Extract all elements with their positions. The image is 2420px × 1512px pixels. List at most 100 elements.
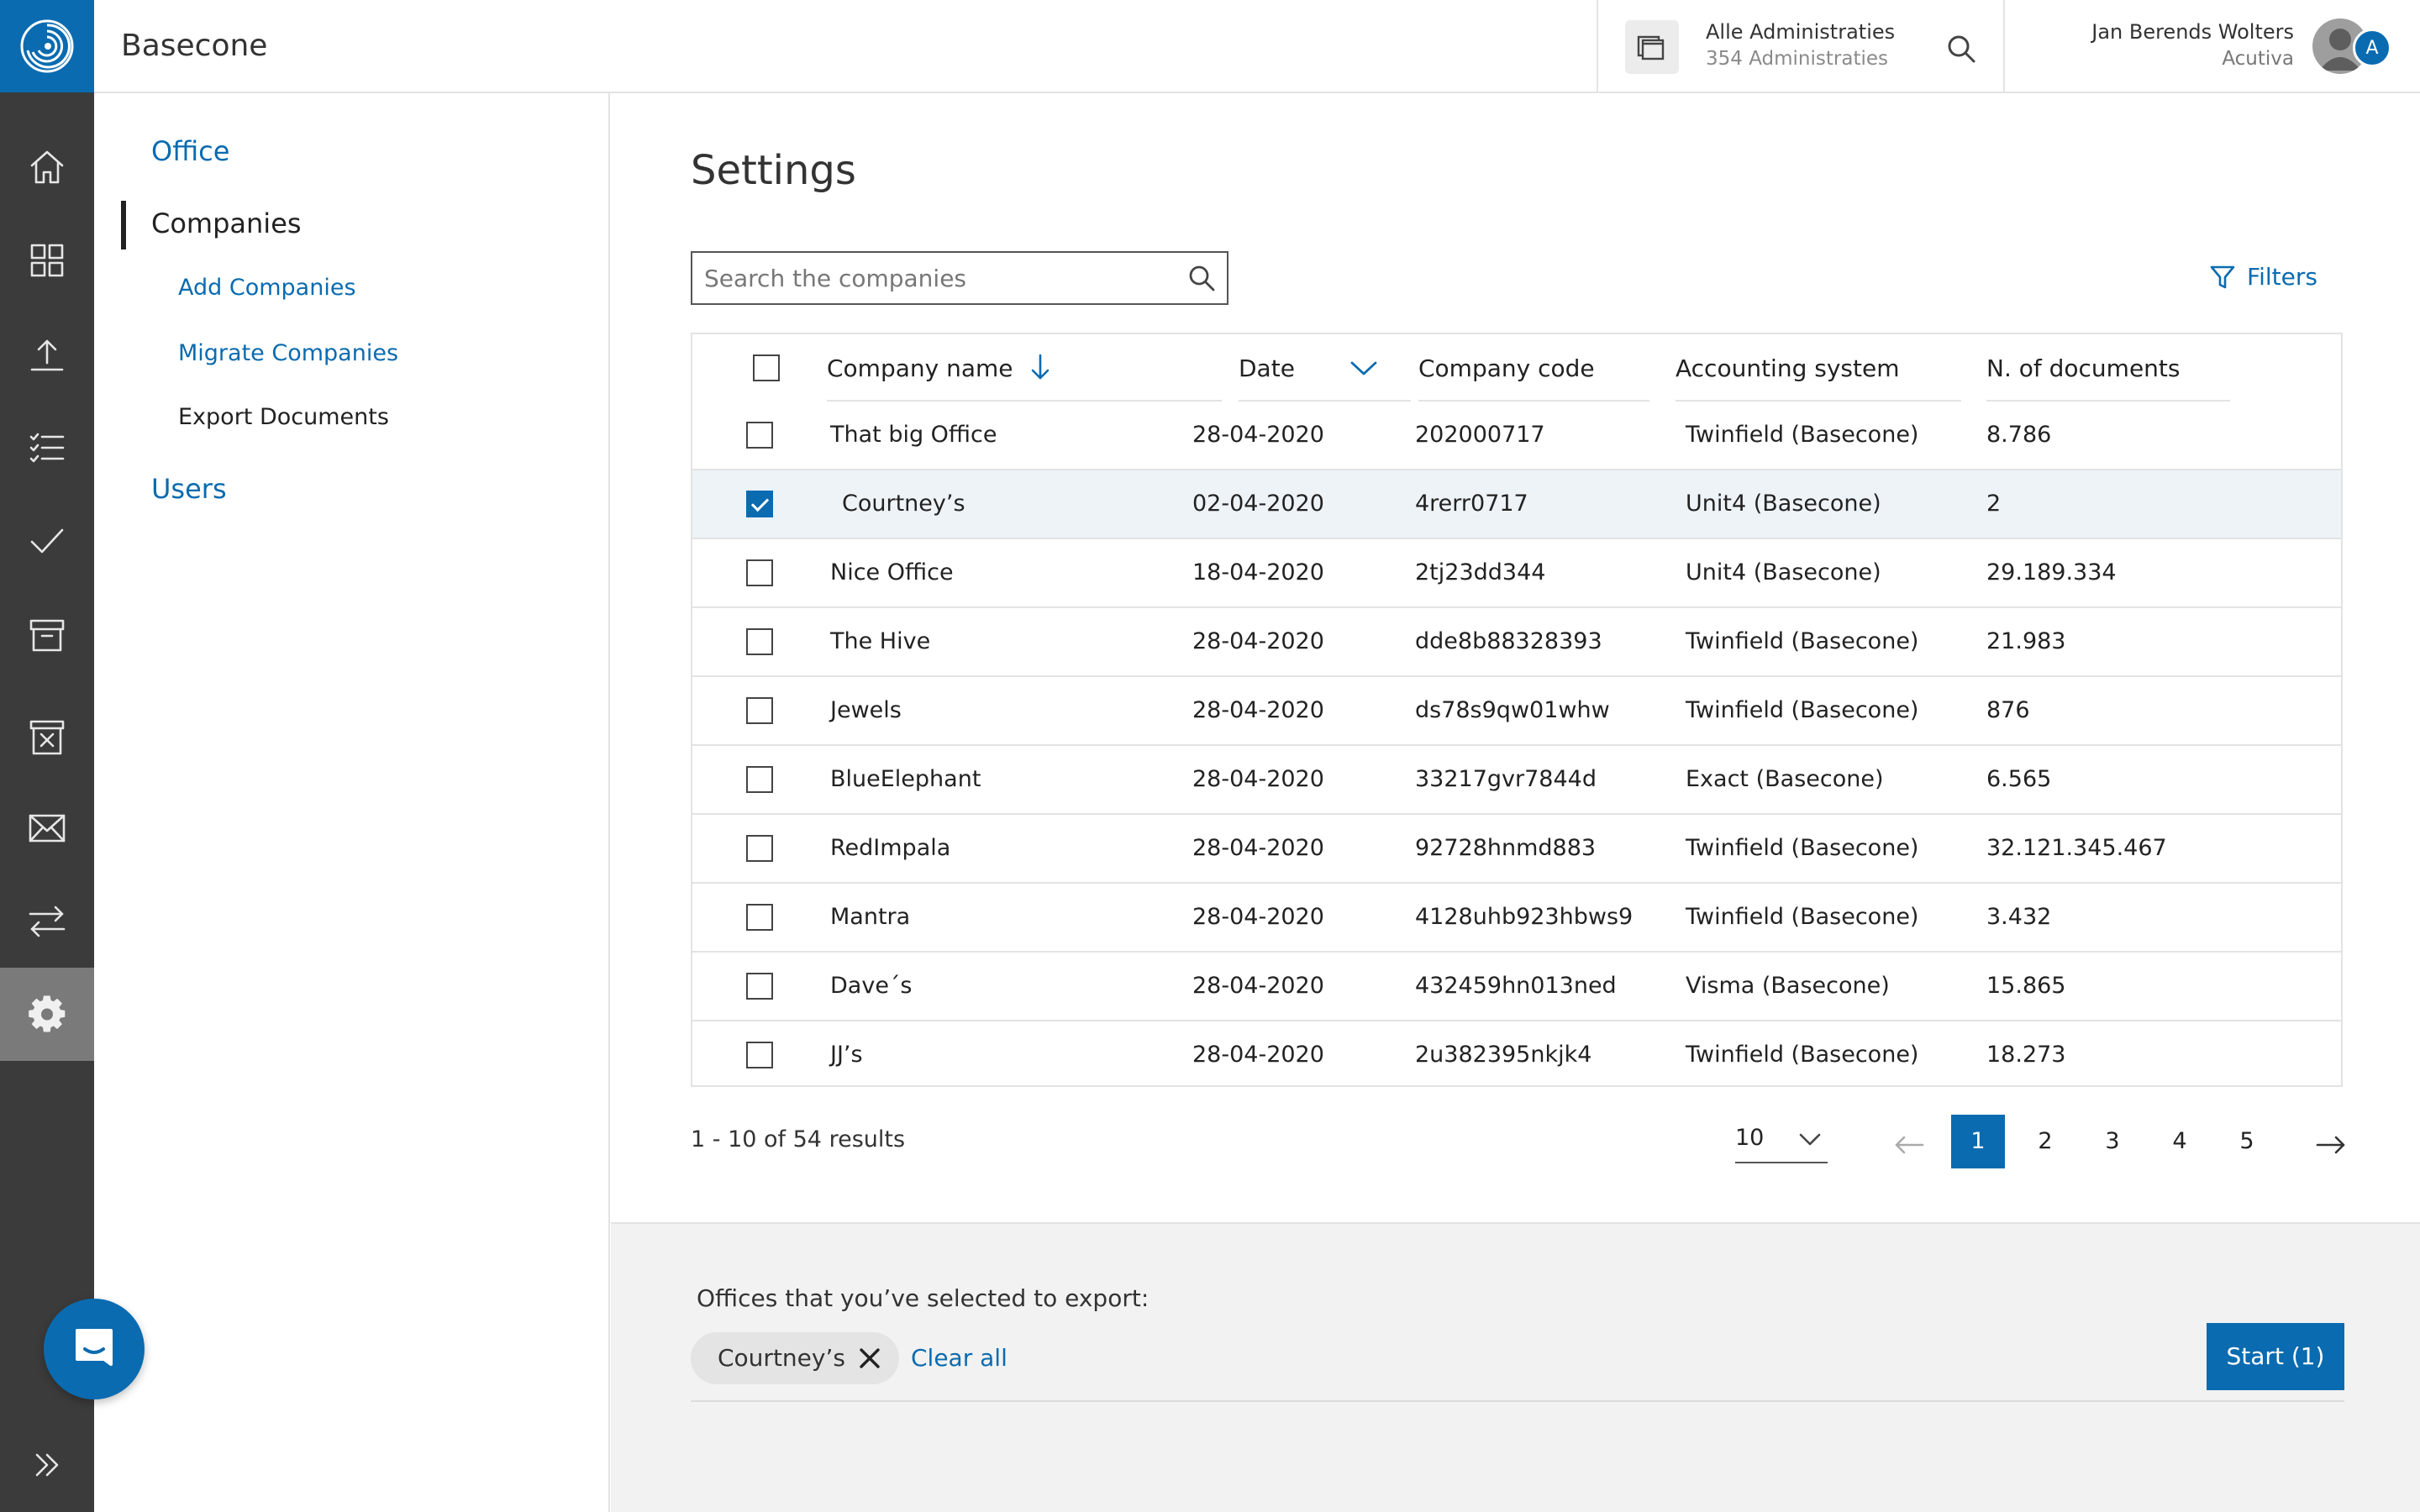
- rail-mail[interactable]: [0, 781, 94, 874]
- table-row[interactable]: JJ’s 28-04-2020 2u382395nkjk4 Twinfield …: [692, 1021, 2341, 1087]
- cell-company-name: Mantra: [830, 904, 911, 930]
- rail-archive[interactable]: [0, 588, 94, 681]
- table-row[interactable]: RedImpala 28-04-2020 92728hnmd883 Twinfi…: [692, 815, 2341, 884]
- row-checkbox[interactable]: [746, 628, 773, 655]
- cell-document-count: 29.189.334: [1986, 559, 2117, 585]
- nav-users[interactable]: Users: [151, 473, 227, 505]
- filter-icon: [2210, 265, 2235, 288]
- nav-export-documents[interactable]: Export Documents: [178, 404, 389, 430]
- cell-company-code: 2tj23dd344: [1415, 559, 1546, 585]
- cell-date: 28-04-2020: [1192, 628, 1324, 654]
- cell-company-code: 2u382395nkjk4: [1415, 1042, 1592, 1068]
- select-all-checkbox[interactable]: [753, 354, 780, 381]
- header-accounting-system[interactable]: Accounting system: [1676, 334, 1899, 403]
- rail-expand[interactable]: [0, 1418, 94, 1512]
- export-selection-label: Offices that you’ve selected to export:: [697, 1284, 1150, 1312]
- cell-company-code: ds78s9qw01whw: [1415, 697, 1610, 723]
- table-row[interactable]: Nice Office 18-04-2020 2tj23dd344 Unit4 …: [692, 539, 2341, 608]
- row-checkbox[interactable]: [746, 835, 773, 862]
- cell-company-name: RedImpala: [830, 835, 951, 861]
- cell-company-code: 92728hnmd883: [1415, 835, 1597, 861]
- search-icon[interactable]: [1186, 263, 1217, 293]
- table-row[interactable]: Mantra 28-04-2020 4128uhb923hbws9 Twinfi…: [692, 884, 2341, 953]
- chevron-down-icon[interactable]: [1349, 358, 1378, 378]
- nav-office[interactable]: Office: [151, 135, 229, 167]
- table-row[interactable]: Dave´s 28-04-2020 432459hn013ned Visma (…: [692, 953, 2341, 1021]
- nav-companies[interactable]: Companies: [151, 207, 302, 239]
- administration-count: 354 Administraties: [1706, 48, 1888, 70]
- clear-all-link[interactable]: Clear all: [911, 1344, 1007, 1372]
- row-checkbox[interactable]: [746, 697, 773, 724]
- row-checkbox[interactable]: [746, 904, 773, 931]
- chat-icon: [76, 1329, 113, 1366]
- row-checkbox-checked[interactable]: [746, 491, 773, 517]
- rail-checklist[interactable]: [0, 401, 94, 494]
- chevron-down-icon: [1799, 1133, 1821, 1146]
- basecone-logo[interactable]: [0, 0, 94, 92]
- rail-archive-remove[interactable]: [0, 690, 94, 784]
- header-date[interactable]: Date: [1239, 334, 1295, 403]
- table-row[interactable]: That big Office 28-04-2020 202000717 Twi…: [692, 402, 2341, 470]
- row-checkbox[interactable]: [746, 559, 773, 586]
- page-button-5[interactable]: 5: [2220, 1115, 2274, 1168]
- cell-accounting-system: Unit4 (Basecone): [1686, 491, 1881, 517]
- page-button-1[interactable]: 1: [1951, 1115, 2005, 1168]
- cell-company-name: Nice Office: [830, 559, 954, 585]
- page-title: Settings: [691, 147, 856, 194]
- table-row-selected[interactable]: Courtney’s 02-04-2020 4rerr0717 Unit4 (B…: [692, 470, 2341, 539]
- row-checkbox[interactable]: [746, 1042, 773, 1068]
- cell-accounting-system: Unit4 (Basecone): [1686, 559, 1881, 585]
- chat-launcher-button[interactable]: [44, 1299, 145, 1399]
- arrow-left-icon[interactable]: [1892, 1128, 1926, 1162]
- cell-date: 28-04-2020: [1192, 973, 1324, 999]
- logo-swirl-icon: [20, 19, 74, 73]
- page-button-4[interactable]: 4: [2153, 1115, 2207, 1168]
- filters-button[interactable]: Filters: [2210, 263, 2317, 291]
- search-icon[interactable]: [1944, 32, 1978, 66]
- start-export-button[interactable]: Start (1): [2207, 1323, 2344, 1390]
- nav-migrate-companies[interactable]: Migrate Companies: [178, 340, 398, 366]
- table-row[interactable]: BlueElephant 28-04-2020 33217gvr7844d Ex…: [692, 746, 2341, 815]
- checklist-icon: [29, 433, 65, 462]
- administration-name: Alle Administraties: [1706, 20, 1896, 44]
- row-checkbox[interactable]: [746, 422, 773, 449]
- cell-accounting-system: Twinfield (Basecone): [1686, 904, 1919, 930]
- company-search: [691, 251, 1228, 305]
- cell-company-code: dde8b88328393: [1415, 628, 1602, 654]
- header-company-code[interactable]: Company code: [1418, 334, 1595, 403]
- table-row[interactable]: The Hive 28-04-2020 dde8b88328393 Twinfi…: [692, 608, 2341, 677]
- close-icon[interactable]: [855, 1344, 884, 1373]
- cell-date: 18-04-2020: [1192, 559, 1324, 585]
- row-checkbox[interactable]: [746, 766, 773, 793]
- archive-remove-icon: [29, 720, 65, 754]
- page-size-value: 10: [1735, 1125, 1765, 1151]
- page-size-select[interactable]: 10: [1735, 1116, 1828, 1163]
- cell-document-count: 3.432: [1986, 904, 2052, 930]
- user-name: Jan Berends Wolters: [2091, 20, 2294, 44]
- header-document-count[interactable]: N. of documents: [1986, 334, 2181, 403]
- nav-add-companies[interactable]: Add Companies: [178, 275, 356, 301]
- results-count: 1 - 10 of 54 results: [691, 1126, 906, 1152]
- rail-settings[interactable]: [0, 968, 94, 1061]
- cell-company-name: Courtney’s: [842, 491, 965, 517]
- cell-document-count: 15.865: [1986, 973, 2066, 999]
- rail-home[interactable]: [0, 120, 94, 213]
- rail-dashboard[interactable]: [0, 213, 94, 307]
- header-company-name[interactable]: Company name: [827, 334, 1052, 403]
- arrow-right-icon[interactable]: [2314, 1128, 2348, 1162]
- row-checkbox[interactable]: [746, 973, 773, 1000]
- double-chevron-right-icon: [35, 1453, 59, 1477]
- check-icon: [30, 528, 64, 553]
- page-button-3[interactable]: 3: [2086, 1115, 2139, 1168]
- rail-transfer[interactable]: [0, 874, 94, 967]
- cell-accounting-system: Exact (Basecone): [1686, 766, 1884, 792]
- table-row[interactable]: Jewels 28-04-2020 ds78s9qw01whw Twinfiel…: [692, 677, 2341, 746]
- chip-label: Courtney’s: [718, 1344, 845, 1372]
- dashboard-icon: [30, 244, 64, 276]
- search-input[interactable]: [692, 253, 1180, 303]
- rail-approve[interactable]: [0, 494, 94, 587]
- cell-company-name: Jewels: [830, 697, 902, 723]
- rail-upload[interactable]: [0, 307, 94, 401]
- divider: [691, 1400, 2344, 1402]
- page-button-2[interactable]: 2: [2018, 1115, 2072, 1168]
